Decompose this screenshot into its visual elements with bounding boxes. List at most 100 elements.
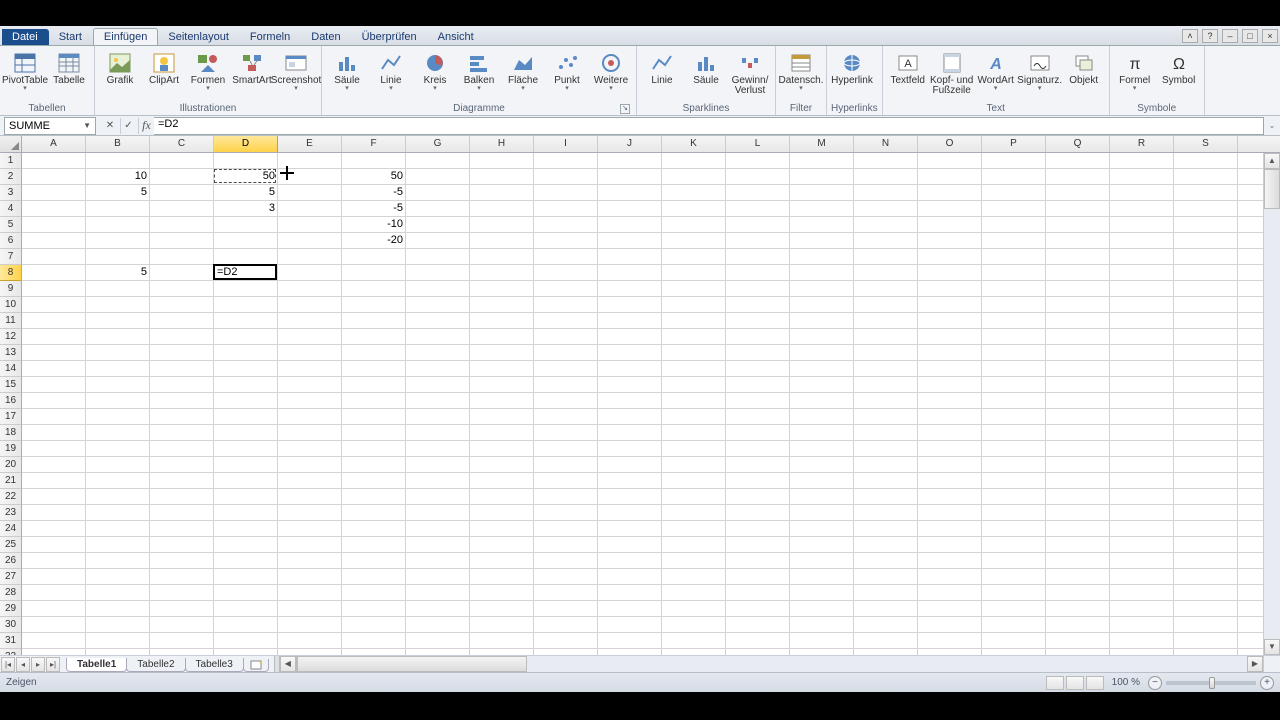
ribbon-hyperlink-button[interactable]: Hyperlink — [831, 48, 873, 88]
column-header-F[interactable]: F — [342, 136, 406, 152]
tab-einfügen[interactable]: Einfügen — [93, 28, 158, 45]
row-header-3[interactable]: 3 — [0, 185, 21, 201]
name-box-dropdown-icon[interactable]: ▼ — [83, 121, 91, 130]
confirm-formula-button[interactable]: ✓ — [120, 118, 136, 134]
column-header-K[interactable]: K — [662, 136, 726, 152]
column-header-A[interactable]: A — [22, 136, 86, 152]
cell-F2[interactable]: 50 — [342, 169, 406, 185]
ribbon-punkt-button[interactable]: Punkt▾ — [546, 48, 588, 94]
column-header-C[interactable]: C — [150, 136, 214, 152]
sheet-nav-next[interactable]: ▸ — [31, 657, 45, 672]
row-header-6[interactable]: 6 — [0, 233, 21, 249]
tab-überprüfen[interactable]: Überprüfen — [352, 29, 428, 45]
ribbon-screenshot-button[interactable]: Screenshot▾ — [275, 48, 317, 94]
column-header-I[interactable]: I — [534, 136, 598, 152]
ribbon-kreis-button[interactable]: Kreis▾ — [414, 48, 456, 94]
row-header-14[interactable]: 14 — [0, 361, 21, 377]
sheet-nav-prev[interactable]: ◂ — [16, 657, 30, 672]
ribbon-tabelle-button[interactable]: Tabelle — [48, 48, 90, 88]
row-header-7[interactable]: 7 — [0, 249, 21, 265]
row-header-10[interactable]: 10 — [0, 297, 21, 313]
vertical-scrollbar[interactable]: ▲ ▼ — [1263, 153, 1280, 655]
ribbon-minimize-icon[interactable]: ˄ — [1182, 29, 1198, 43]
scroll-down-button[interactable]: ▼ — [1264, 639, 1280, 655]
row-header-16[interactable]: 16 — [0, 393, 21, 409]
ribbon-smartart-button[interactable]: SmartArt — [231, 48, 273, 88]
cell-B8[interactable]: 5 — [86, 265, 150, 281]
row-header-15[interactable]: 15 — [0, 377, 21, 393]
column-header-E[interactable]: E — [278, 136, 342, 152]
row-header-13[interactable]: 13 — [0, 345, 21, 361]
row-header-4[interactable]: 4 — [0, 201, 21, 217]
ribbon-gewinn-verlust-button[interactable]: Gewinn/ Verlust — [729, 48, 771, 98]
tab-ansicht[interactable]: Ansicht — [428, 29, 485, 45]
view-pagelayout-button[interactable] — [1066, 676, 1084, 690]
row-header-28[interactable]: 28 — [0, 585, 21, 601]
row-header-12[interactable]: 12 — [0, 329, 21, 345]
row-header-31[interactable]: 31 — [0, 633, 21, 649]
ribbon-weitere-button[interactable]: Weitere▾ — [590, 48, 632, 94]
ribbon-datensch--button[interactable]: Datensch.▾ — [780, 48, 822, 94]
row-header-17[interactable]: 17 — [0, 409, 21, 425]
column-header-O[interactable]: O — [918, 136, 982, 152]
ribbon-grafik-button[interactable]: Grafik — [99, 48, 141, 88]
cell-F5[interactable]: -10 — [342, 217, 406, 233]
ribbon-fläche-button[interactable]: Fläche▾ — [502, 48, 544, 94]
scroll-left-button[interactable]: ◀ — [280, 656, 296, 672]
cell-D4[interactable]: 3 — [214, 201, 278, 217]
formula-input[interactable]: =D2 — [154, 117, 1264, 135]
cell-B2[interactable]: 10 — [86, 169, 150, 185]
window-close-icon[interactable]: × — [1262, 29, 1278, 43]
ribbon-clipart-button[interactable]: ClipArt — [143, 48, 185, 88]
ribbon-säule-button[interactable]: Säule — [685, 48, 727, 88]
row-header-18[interactable]: 18 — [0, 425, 21, 441]
row-header-22[interactable]: 22 — [0, 489, 21, 505]
cell-D8[interactable]: =D2 — [214, 265, 278, 281]
cell-F4[interactable]: -5 — [342, 201, 406, 217]
ribbon-symbol-button[interactable]: ΩSymbol — [1158, 48, 1200, 88]
row-header-21[interactable]: 21 — [0, 473, 21, 489]
column-header-R[interactable]: R — [1110, 136, 1174, 152]
cell-B3[interactable]: 5 — [86, 185, 150, 201]
cell-D2[interactable]: 50 — [214, 169, 278, 185]
ribbon-linie-button[interactable]: Linie — [641, 48, 683, 88]
column-header-B[interactable]: B — [86, 136, 150, 152]
row-header-8[interactable]: 8 — [0, 265, 21, 281]
tab-seitenlayout[interactable]: Seitenlayout — [158, 29, 240, 45]
horizontal-scroll-thumb[interactable] — [297, 656, 527, 672]
column-header-P[interactable]: P — [982, 136, 1046, 152]
ribbon-wordart-button[interactable]: AWordArt▾ — [975, 48, 1017, 94]
select-all-corner[interactable] — [0, 136, 22, 152]
expand-formula-bar-icon[interactable]: ⌄ — [1264, 121, 1280, 130]
row-header-9[interactable]: 9 — [0, 281, 21, 297]
window-restore-icon[interactable]: □ — [1242, 29, 1258, 43]
new-sheet-button[interactable] — [243, 659, 269, 672]
cancel-formula-button[interactable]: ✕ — [102, 118, 118, 134]
column-header-D[interactable]: D — [214, 136, 278, 152]
row-header-26[interactable]: 26 — [0, 553, 21, 569]
help-icon[interactable]: ? — [1202, 29, 1218, 43]
tab-formeln[interactable]: Formeln — [240, 29, 301, 45]
zoom-out-button[interactable]: − — [1148, 676, 1162, 690]
row-header-20[interactable]: 20 — [0, 457, 21, 473]
ribbon-textfeld-button[interactable]: ATextfeld — [887, 48, 929, 88]
ribbon-säule-button[interactable]: Säule▾ — [326, 48, 368, 94]
row-header-23[interactable]: 23 — [0, 505, 21, 521]
cells-area[interactable]: 10555053=D250-5-5-10-20 — [22, 153, 1263, 655]
cell-F3[interactable]: -5 — [342, 185, 406, 201]
cell-F6[interactable]: -20 — [342, 233, 406, 249]
column-header-J[interactable]: J — [598, 136, 662, 152]
ribbon-formen-button[interactable]: Formen▾ — [187, 48, 229, 94]
scroll-right-button[interactable]: ▶ — [1247, 656, 1263, 672]
column-header-Q[interactable]: Q — [1046, 136, 1110, 152]
column-header-G[interactable]: G — [406, 136, 470, 152]
sheet-tab-tabelle2[interactable]: Tabelle2 — [126, 658, 185, 672]
tab-daten[interactable]: Daten — [301, 29, 351, 45]
column-header-M[interactable]: M — [790, 136, 854, 152]
zoom-percent[interactable]: 100 % — [1112, 677, 1140, 688]
cell-D3[interactable]: 5 — [214, 185, 278, 201]
view-normal-button[interactable] — [1046, 676, 1064, 690]
sheet-nav-first[interactable]: |◂ — [1, 657, 15, 672]
ribbon-pivottable-button[interactable]: PivotTable▾ — [4, 48, 46, 94]
row-header-19[interactable]: 19 — [0, 441, 21, 457]
